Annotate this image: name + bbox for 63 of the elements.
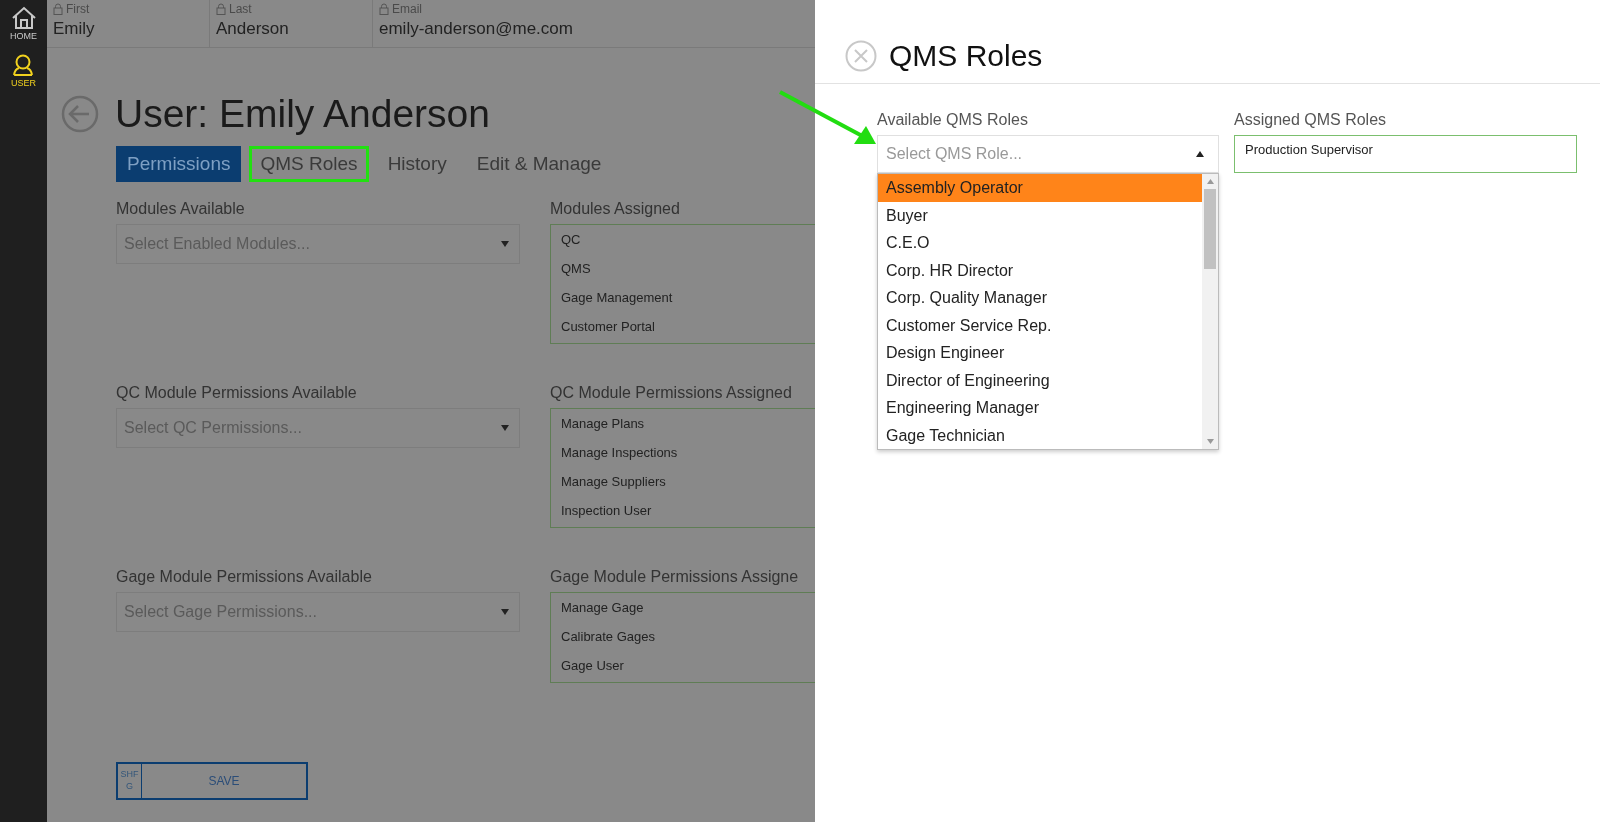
user-icon	[11, 53, 36, 77]
dropdown-option[interactable]: Gage Technician	[878, 421, 1202, 449]
list-item[interactable]: Calibrate Gages	[561, 624, 815, 653]
dropdown-option[interactable]: Buyer	[878, 201, 1202, 229]
field-value: emily-anderson@me.com	[379, 19, 574, 39]
field-label: Email	[392, 2, 422, 16]
field-label: Assigned QMS Roles	[1234, 111, 1388, 129]
field-label: Last	[229, 2, 252, 16]
field-label: Modules Assigned	[550, 200, 681, 218]
dropdown-option[interactable]: Corp. Quality Manager	[878, 284, 1202, 312]
list-item[interactable]: Gage Management	[561, 285, 815, 314]
sidebar-item[interactable]: HOME	[10, 6, 37, 41]
lock-icon	[216, 3, 226, 15]
field-label: QC Module Permissions Assigned	[550, 384, 793, 402]
scroll-up-icon[interactable]	[1206, 179, 1214, 184]
field-value: Emily	[53, 19, 96, 39]
panel-title: QMS Roles	[889, 38, 1043, 73]
caret-icon	[501, 609, 509, 615]
dropdown-option[interactable]: C.E.O	[878, 229, 1202, 257]
field-label: Modules Available	[116, 200, 246, 218]
select-field[interactable]: Select QMS Role...	[877, 135, 1219, 173]
dropdown-option[interactable]: Corp. HR Director	[878, 256, 1202, 284]
scroll-down-icon[interactable]	[1206, 439, 1214, 444]
list-item[interactable]: Manage Plans	[561, 411, 815, 440]
tab[interactable]: Edit & Manage	[465, 146, 613, 182]
list-item[interactable]: QMS	[561, 256, 815, 285]
list-item[interactable]: Manage Inspections	[561, 440, 815, 469]
save-button[interactable]: SHFG SAVE	[116, 762, 308, 800]
shortcut-label: SHFG	[118, 764, 142, 798]
field-label: Available QMS Roles	[877, 111, 1029, 129]
caret-icon	[1196, 151, 1204, 157]
field-label: Gage Module Permissions Available	[116, 568, 373, 586]
tab[interactable]: QMS Roles	[249, 146, 369, 182]
list-item[interactable]: Production Supervisor	[1245, 142, 1566, 157]
dropdown-option[interactable]: Assembly Operator	[878, 174, 1202, 202]
lock-icon	[379, 3, 389, 15]
list-item[interactable]: Manage Suppliers	[561, 469, 815, 498]
tab[interactable]: History	[376, 146, 458, 182]
page-title: User: Emily Anderson	[115, 92, 490, 136]
lock-icon	[53, 3, 63, 15]
sidebar-item[interactable]: USER	[11, 53, 36, 88]
list-item[interactable]: Gage User	[561, 653, 815, 682]
field-label: First	[66, 2, 90, 16]
tab[interactable]: Permissions	[116, 146, 242, 182]
list-item[interactable]: Inspection User	[561, 498, 815, 527]
field-value: Anderson	[216, 19, 290, 39]
caret-icon	[501, 425, 509, 431]
list-item[interactable]: QC	[561, 227, 815, 256]
caret-icon	[501, 241, 509, 247]
close-icon[interactable]	[845, 39, 877, 72]
list-item[interactable]: Customer Portal	[561, 314, 815, 343]
scrollbar-thumb[interactable]	[1204, 189, 1216, 269]
scrollbar[interactable]	[1202, 174, 1218, 449]
home-icon	[10, 6, 37, 30]
dropdown-option[interactable]: Customer Service Rep.	[878, 311, 1202, 339]
field-label: QC Module Permissions Available	[116, 384, 358, 402]
field-label: Gage Module Permissions Assigne	[550, 568, 800, 586]
save-label: SAVE	[207, 774, 241, 788]
dropdown-option[interactable]: Director of Engineering	[878, 366, 1202, 394]
dropdown-option[interactable]: Engineering Manager	[878, 394, 1202, 422]
back-icon[interactable]	[61, 95, 99, 133]
list-item[interactable]: Manage Gage	[561, 595, 815, 624]
dropdown-option[interactable]: Design Engineer	[878, 339, 1202, 367]
